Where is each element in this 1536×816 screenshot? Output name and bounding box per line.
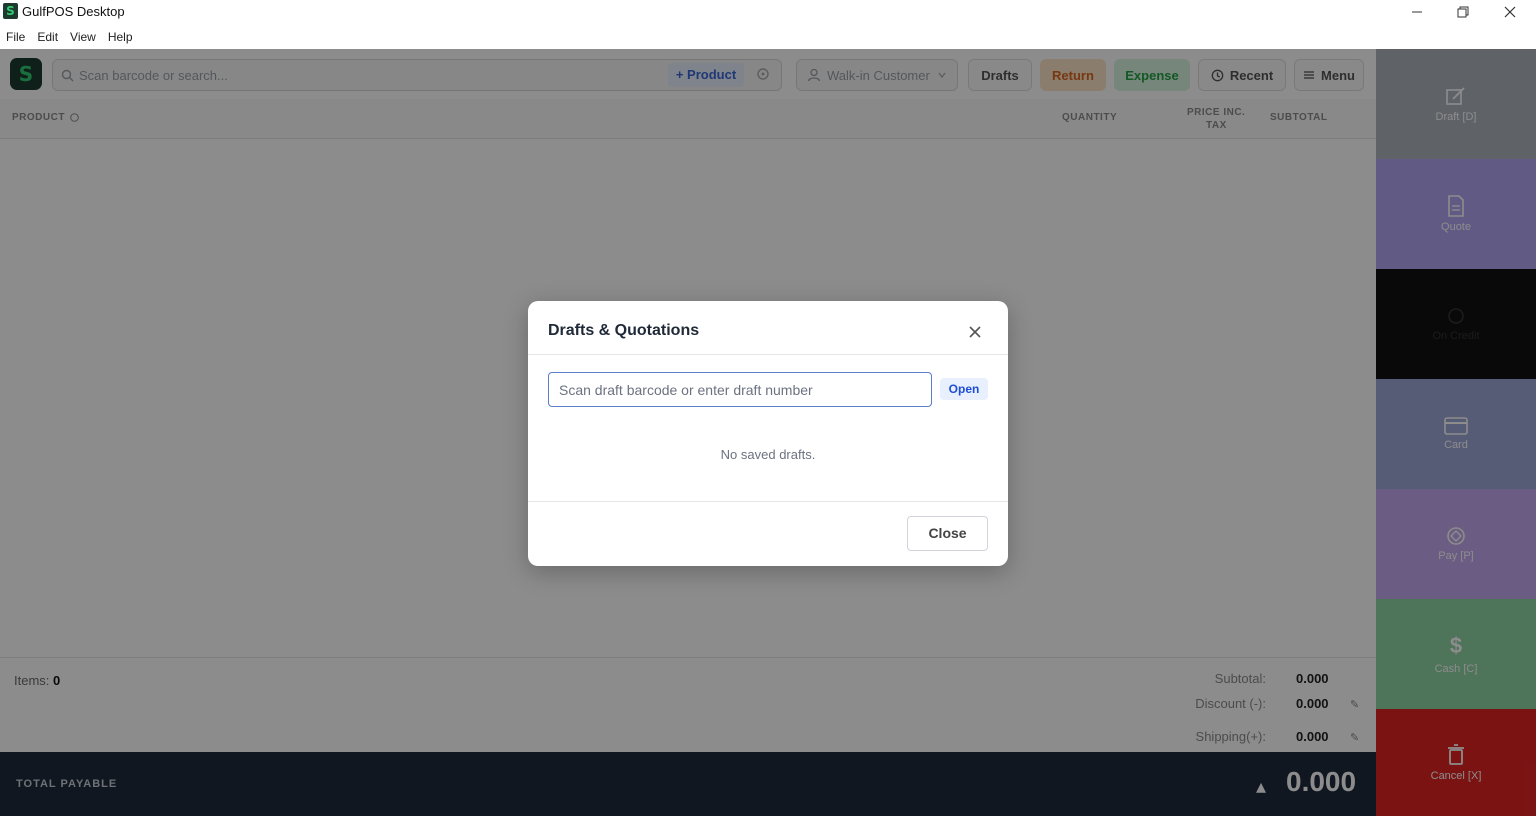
menu-file[interactable]: File — [6, 30, 25, 44]
modal-header: Drafts & Quotations — [528, 301, 1008, 355]
modal-footer: Close — [528, 501, 1008, 566]
close-icon[interactable] — [967, 324, 983, 340]
modal-title: Drafts & Quotations — [548, 322, 700, 339]
minimize-button[interactable] — [1394, 0, 1440, 24]
restore-icon — [1457, 6, 1469, 18]
app-icon: S — [3, 3, 18, 19]
maximize-button[interactable] — [1440, 0, 1486, 24]
close-window-button[interactable] — [1487, 0, 1533, 24]
empty-drafts-message: No saved drafts. — [720, 447, 816, 462]
menu-bar: File Edit View Help — [0, 24, 1536, 49]
draft-number-input[interactable] — [548, 372, 932, 407]
close-icon — [1504, 6, 1516, 18]
menu-view[interactable]: View — [70, 30, 96, 44]
open-draft-button[interactable]: Open — [940, 378, 988, 400]
minimize-icon — [1412, 11, 1422, 13]
close-modal-button[interactable]: Close — [907, 516, 988, 551]
drafts-modal: Drafts & Quotations Open No saved drafts… — [528, 301, 1008, 566]
menu-edit[interactable]: Edit — [37, 30, 58, 44]
menu-help[interactable]: Help — [108, 30, 133, 44]
window-title: GulfPOS Desktop — [22, 4, 125, 19]
title-bar: S GulfPOS Desktop — [0, 0, 1536, 24]
